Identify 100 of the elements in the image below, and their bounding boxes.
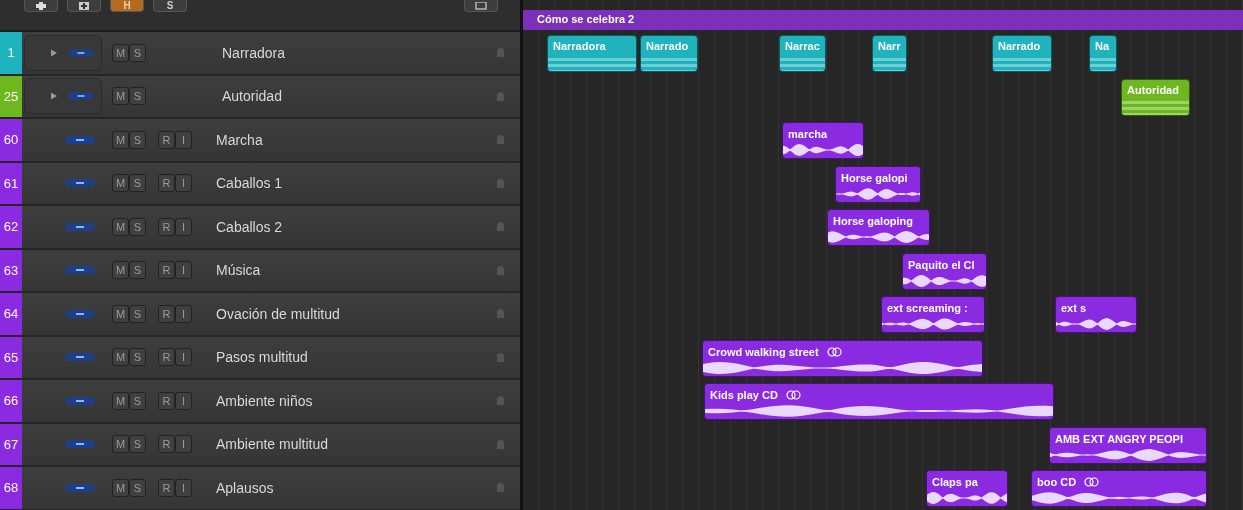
track-button[interactable]: M — [112, 130, 129, 149]
track-button[interactable]: I — [175, 348, 192, 367]
disclosure-triangle-icon[interactable] — [51, 92, 57, 101]
audio-region[interactable]: Narrac — [779, 35, 826, 72]
audio-region[interactable]: Crowd walking street — [702, 339, 983, 377]
audio-region[interactable]: Narrado — [640, 35, 698, 72]
track-button[interactable]: S — [129, 43, 146, 62]
monitor-icon[interactable] — [497, 222, 504, 232]
track-button[interactable]: I — [175, 478, 192, 497]
audio-region[interactable]: boo CD — [1031, 470, 1207, 507]
monitor-icon[interactable] — [497, 48, 504, 58]
track-button[interactable]: M — [112, 391, 129, 410]
audio-region[interactable]: ext screaming : — [881, 296, 985, 333]
track-header[interactable]: 68 M S R I Aplausos — [0, 467, 520, 510]
track-header[interactable]: 64 M S R I Ovación de multitud — [0, 293, 520, 337]
track-header[interactable]: 62 M S R I Caballos 2 — [0, 206, 520, 250]
audio-region[interactable]: AMB EXT ANGRY PEOPI — [1049, 426, 1207, 464]
track-button[interactable]: S — [129, 130, 146, 149]
track-button[interactable]: S — [129, 435, 146, 454]
track-icon — [66, 222, 94, 231]
track-name: Ambiente multitud — [216, 436, 330, 453]
track-header[interactable]: 63 M S R I Música — [0, 249, 520, 293]
track-button[interactable]: S — [129, 217, 146, 236]
track-button[interactable]: M — [112, 217, 129, 236]
track-button[interactable]: S — [129, 87, 146, 106]
track-button[interactable]: M — [112, 261, 129, 280]
track-button[interactable]: R — [158, 174, 175, 193]
audio-region[interactable]: Kids play CD — [704, 383, 1054, 420]
track-header[interactable]: 25 M S Autoridad — [0, 75, 520, 119]
monitor-icon[interactable] — [497, 439, 504, 449]
toolbar-button[interactable]: H — [110, 0, 144, 12]
region-name: boo CD — [1037, 476, 1077, 488]
track-header[interactable]: 65 M S R I Pasos multitud — [0, 336, 520, 380]
track-icon — [66, 483, 94, 492]
track-button[interactable]: I — [175, 130, 192, 149]
track-header[interactable]: 66 M S R I Ambiente niños — [0, 380, 520, 424]
audio-region[interactable]: Horse galoping — [827, 209, 930, 246]
audio-region[interactable]: Claps pa — [926, 470, 1008, 507]
track-button[interactable]: I — [175, 174, 192, 193]
track-button[interactable]: R — [158, 348, 175, 367]
project-region[interactable]: Cómo se celebra 2 — [523, 10, 1243, 30]
track-button[interactable]: I — [175, 435, 192, 454]
toolbar-button[interactable]: S — [153, 0, 187, 12]
track-button[interactable]: S — [129, 391, 146, 410]
track-button[interactable]: I — [175, 261, 192, 280]
track-button[interactable]: I — [175, 391, 192, 410]
monitor-icon[interactable] — [497, 309, 504, 319]
audio-region[interactable]: Na — [1089, 35, 1117, 72]
track-button[interactable]: M — [112, 478, 129, 497]
track-header[interactable]: 60 M S R I Marcha — [0, 119, 520, 163]
monitor-icon[interactable] — [497, 135, 504, 145]
audio-region[interactable]: Narradora — [547, 35, 637, 72]
track-name: Caballos 2 — [216, 218, 284, 235]
track-button[interactable]: M — [112, 87, 129, 106]
monitor-icon[interactable] — [497, 396, 504, 406]
track-button[interactable]: R — [158, 391, 175, 410]
track-button[interactable]: I — [175, 304, 192, 323]
add-track-button[interactable] — [24, 0, 58, 12]
track-icon — [66, 266, 94, 275]
track-button[interactable]: S — [129, 174, 146, 193]
audio-region[interactable]: ext s — [1055, 296, 1137, 333]
disclosure-triangle-icon[interactable] — [51, 48, 57, 57]
track-header[interactable]: 61 M S R I Caballos 1 — [0, 162, 520, 206]
audio-region[interactable]: Narrado — [992, 35, 1052, 72]
monitor-icon[interactable] — [497, 265, 504, 275]
track-button[interactable]: M — [112, 43, 129, 62]
track-button[interactable]: S — [129, 261, 146, 280]
audio-region[interactable]: Paquito el Cl — [902, 252, 987, 290]
track-number: 64 — [0, 293, 22, 335]
track-button[interactable]: M — [112, 435, 129, 454]
track-header[interactable]: 1 M S Narradora — [0, 32, 520, 76]
track-button[interactable]: R — [158, 217, 175, 236]
track-button[interactable]: R — [158, 130, 175, 149]
track-button[interactable]: R — [158, 304, 175, 323]
audio-region[interactable]: Horse galopi — [835, 165, 921, 203]
track-name: Narradora — [221, 44, 287, 61]
duplicate-track-button[interactable] — [67, 0, 101, 12]
track-button[interactable]: R — [158, 261, 175, 280]
track-button[interactable]: R — [158, 435, 175, 454]
track-button[interactable]: M — [112, 174, 129, 193]
audio-region[interactable]: Autoridad — [1121, 78, 1190, 116]
track-button[interactable]: M — [112, 304, 129, 323]
track-number: 62 — [0, 206, 22, 248]
track-header[interactable]: 67 M S R I Ambiente multitud — [0, 423, 520, 467]
download-button[interactable] — [464, 0, 498, 12]
track-number: 67 — [0, 423, 22, 465]
monitor-icon[interactable] — [497, 91, 504, 101]
audio-region[interactable]: marcha — [782, 122, 864, 159]
track-button[interactable]: I — [175, 217, 192, 236]
region-name: Narrado — [998, 40, 1041, 53]
monitor-icon[interactable] — [497, 352, 504, 362]
loop-icon — [1084, 477, 1100, 487]
track-button[interactable]: S — [129, 348, 146, 367]
audio-region[interactable]: Narr — [872, 35, 907, 72]
monitor-icon[interactable] — [497, 483, 504, 493]
track-button[interactable]: S — [129, 304, 146, 323]
track-button[interactable]: M — [112, 348, 129, 367]
track-button[interactable]: S — [129, 478, 146, 497]
track-button[interactable]: R — [158, 478, 175, 497]
monitor-icon[interactable] — [497, 178, 504, 188]
